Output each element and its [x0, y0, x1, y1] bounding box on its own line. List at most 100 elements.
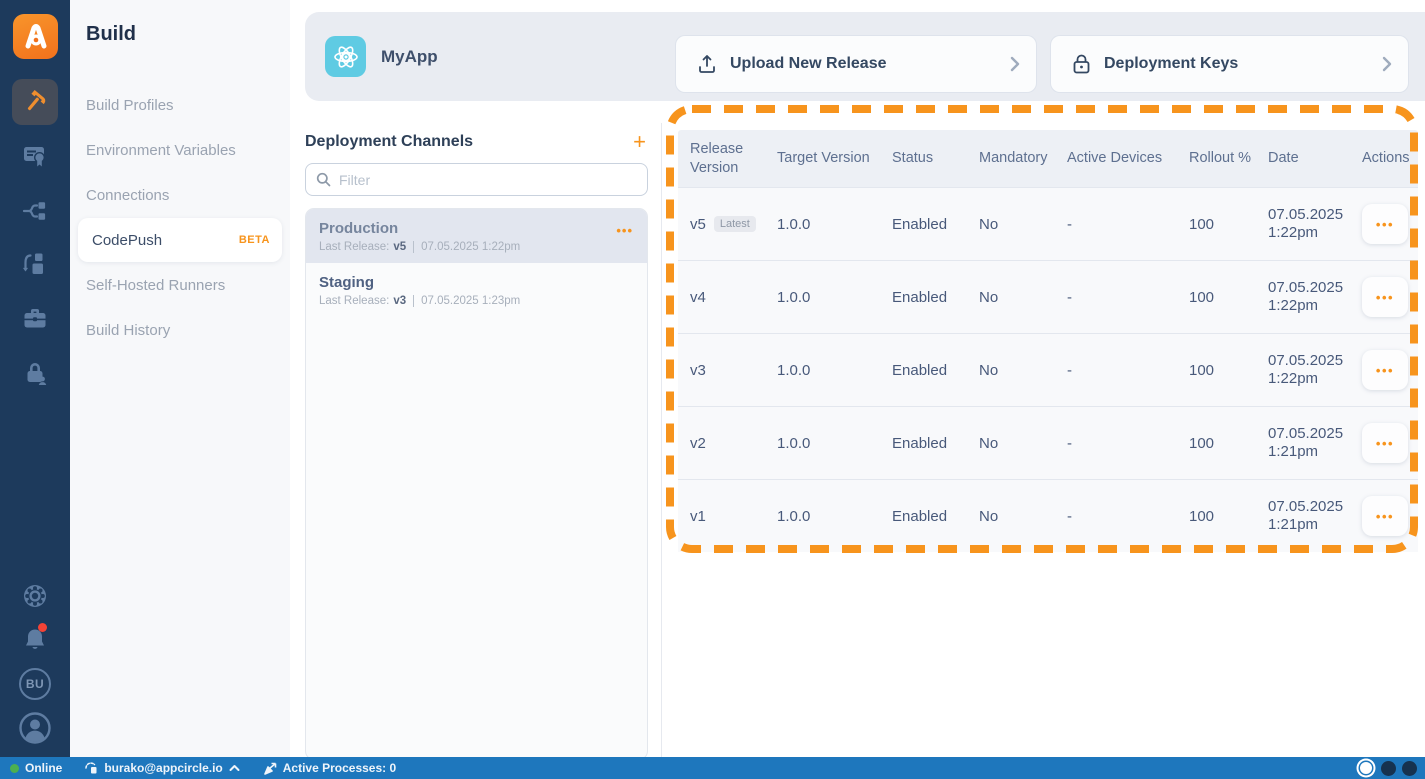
- last-release-version: v3: [393, 295, 407, 307]
- app-name: MyApp: [381, 46, 438, 66]
- online-status: Online: [10, 761, 62, 775]
- col-rollout: Rollout %: [1189, 150, 1252, 167]
- channel-last-release: Last Release: v5 07.05.2025 1:22pm: [319, 241, 634, 253]
- build-sidebar: Build Build Profiles Environment Variabl…: [70, 0, 290, 757]
- target-version: 1.0.0: [777, 288, 811, 306]
- sync-icon: [84, 761, 98, 775]
- person-icon[interactable]: [0, 705, 70, 751]
- lock-user-icon[interactable]: [0, 350, 70, 396]
- status-bar: Online burako@appcircle.io Active Proces…: [0, 757, 1425, 779]
- appcircle-logo-mark: [25, 23, 46, 48]
- table-row-v5: v5 Latest 1.0.0 Enabled No - 100 07.05.2…: [678, 187, 1418, 260]
- status: Enabled: [892, 361, 948, 379]
- target-version: 1.0.0: [777, 434, 811, 452]
- deployment-keys-button[interactable]: Deployment Keys: [1051, 36, 1408, 92]
- deployment-channels-panel: Deployment Channels + Production Last Re…: [305, 130, 648, 760]
- sidebar-item-codepush[interactable]: CodePush BETA: [78, 218, 282, 262]
- row-actions-button ellipsis-icon[interactable]: •••: [1362, 496, 1408, 536]
- chevron-right-icon: [1010, 56, 1020, 72]
- row-actions-button ellipsis-icon[interactable]: •••: [1362, 350, 1408, 390]
- user-email: burako@appcircle.io: [104, 761, 223, 775]
- channel-item-staging[interactable]: Staging Last Release: v3 07.05.2025 1:23…: [306, 263, 647, 317]
- last-release-date: 07.05.2025 1:22pm: [421, 241, 521, 253]
- release-version: v5: [690, 215, 706, 233]
- chevron-right-icon: [1382, 56, 1392, 72]
- col-actions: Actions: [1362, 150, 1410, 167]
- col-mandatory: Mandatory: [979, 150, 1048, 167]
- theme-dot-dark-2[interactable]: [1402, 760, 1417, 776]
- target-version: 1.0.0: [777, 507, 811, 525]
- pipe-divider: [413, 241, 415, 253]
- status: Enabled: [892, 288, 948, 306]
- sidebar-item-build-profiles[interactable]: Build Profiles: [86, 97, 174, 114]
- lock-icon: [1073, 54, 1090, 74]
- target-version: 1.0.0: [777, 215, 811, 233]
- release-date: 07.05.2025 1:21pm: [1268, 498, 1344, 533]
- hammer-icon[interactable]: [0, 79, 70, 125]
- channel-last-release: Last Release: v3 07.05.2025 1:23pm: [319, 295, 634, 307]
- channel-filter-box: [305, 163, 648, 196]
- status: Enabled: [892, 434, 948, 452]
- codepush-label: CodePush: [92, 231, 163, 249]
- sidebar-item-connections[interactable]: Connections: [86, 187, 169, 204]
- channel-filter-input[interactable]: [339, 171, 637, 188]
- channel-menu-button ellipsis-icon[interactable]: •••: [616, 223, 633, 238]
- pipe-divider: [413, 295, 415, 307]
- rollout: 100: [1189, 361, 1215, 379]
- row-actions-button ellipsis-icon[interactable]: •••: [1362, 277, 1408, 317]
- sidebar-item-self-hosted-runners[interactable]: Self-Hosted Runners: [86, 277, 225, 294]
- col-date: Date: [1268, 150, 1299, 167]
- upload-new-release-button[interactable]: Upload New Release: [676, 36, 1036, 92]
- nav-rail: BU: [0, 0, 70, 757]
- active-processes: Active Processes: 0: [263, 761, 396, 775]
- table-row-v3: v3 1.0.0 Enabled No - 100 07.05.2025 1:2…: [678, 333, 1418, 406]
- target-version: 1.0.0: [777, 361, 811, 379]
- active-devices: -: [1067, 507, 1072, 525]
- col-status: Status: [892, 150, 934, 167]
- last-release-label: Last Release:: [319, 241, 390, 253]
- add-channel-button plus-icon[interactable]: +: [631, 131, 648, 153]
- active-devices: -: [1067, 361, 1072, 379]
- bell-icon[interactable]: [0, 617, 70, 663]
- deployment-keys-label: Deployment Keys: [1104, 55, 1239, 72]
- row-actions-button ellipsis-icon[interactable]: •••: [1362, 423, 1408, 463]
- rollout: 100: [1189, 288, 1215, 306]
- release-version: v2: [690, 434, 706, 452]
- briefcase-icon[interactable]: [0, 296, 70, 342]
- search-icon: [316, 172, 331, 187]
- mandatory: No: [979, 288, 999, 306]
- app-header-bar: MyApp Upload New Release Deployment Keys: [305, 12, 1425, 101]
- gear-icon[interactable]: [0, 573, 70, 619]
- org-initials: BU: [19, 668, 51, 700]
- chevron-up-icon: [229, 764, 240, 772]
- release-version: v4: [690, 288, 706, 306]
- channel-item-production[interactable]: Production Last Release: v5 07.05.2025 1…: [306, 209, 647, 263]
- release-version: v1: [690, 507, 706, 525]
- releases-table: Release Version Target Version Status Ma…: [678, 130, 1418, 552]
- org-badge[interactable]: BU: [0, 661, 70, 707]
- release-date: 07.05.2025 1:22pm: [1268, 279, 1344, 314]
- theme-switcher: [1357, 760, 1417, 776]
- main-content: MyApp Upload New Release Deployment Keys: [290, 0, 1425, 760]
- channel-list: Production Last Release: v5 07.05.2025 1…: [305, 208, 648, 760]
- certificate-icon[interactable]: [0, 133, 70, 179]
- appcircle-logo[interactable]: [13, 14, 58, 59]
- branch-split-icon[interactable]: [0, 188, 70, 234]
- sidebar-item-environment-variables[interactable]: Environment Variables: [86, 142, 236, 159]
- mandatory: No: [979, 361, 999, 379]
- sidebar-item-build-history[interactable]: Build History: [86, 322, 170, 339]
- react-icon: [325, 36, 366, 77]
- row-actions-button ellipsis-icon[interactable]: •••: [1362, 204, 1408, 244]
- last-release-label: Last Release:: [319, 295, 390, 307]
- last-release-version: v5: [393, 241, 407, 253]
- theme-dot-light[interactable]: [1360, 762, 1372, 774]
- notification-dot: [38, 623, 47, 632]
- user-menu[interactable]: burako@appcircle.io: [84, 761, 240, 775]
- rollout: 100: [1189, 507, 1215, 525]
- table-row-v2: v2 1.0.0 Enabled No - 100 07.05.2025 1:2…: [678, 406, 1418, 479]
- table-row-v4: v4 1.0.0 Enabled No - 100 07.05.2025 1:2…: [678, 260, 1418, 333]
- deployment-channels-title: Deployment Channels: [305, 133, 474, 150]
- latest-badge: Latest: [713, 216, 756, 232]
- theme-dot-dark-1[interactable]: [1381, 760, 1396, 776]
- publish-flow-icon[interactable]: [0, 241, 70, 287]
